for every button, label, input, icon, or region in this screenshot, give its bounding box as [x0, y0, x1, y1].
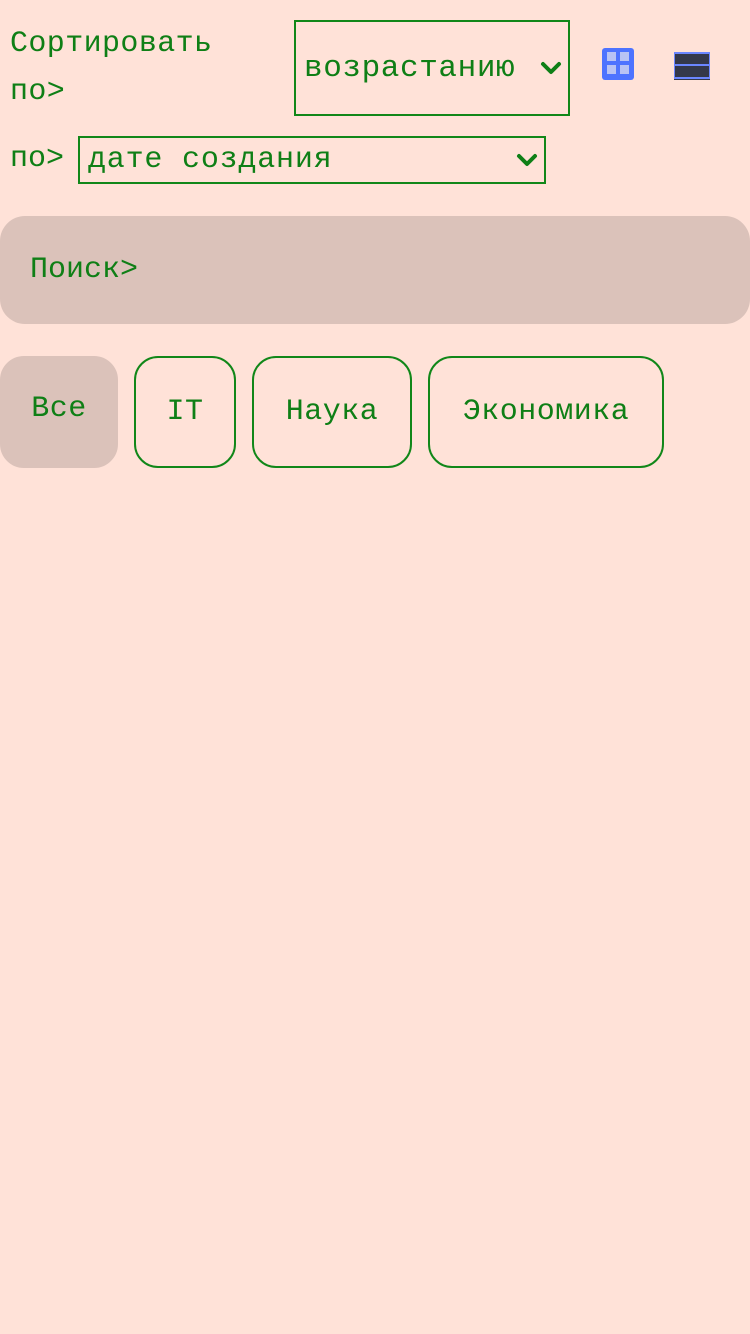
- category-chip-label: IT: [166, 395, 204, 429]
- chevron-down-icon: [541, 62, 561, 74]
- category-chip-it[interactable]: IT: [134, 356, 236, 468]
- sort-label-line-1: Сортировать: [10, 27, 213, 61]
- category-chip-label: Наука: [285, 395, 379, 429]
- sort-field-dropdown[interactable]: дате создания: [78, 136, 546, 184]
- sort-order-value: возрастанию: [304, 50, 516, 86]
- category-chip-economy[interactable]: Экономика: [428, 356, 664, 468]
- grid-view-icon: [602, 48, 634, 80]
- library-screen: Сортировать по> возрастанию по> дате соз…: [0, 0, 750, 1334]
- list-view-button[interactable]: [672, 47, 710, 81]
- search-placeholder: Поиск>: [30, 253, 139, 287]
- category-chip-label: Все: [31, 392, 87, 426]
- sort-order-dropdown[interactable]: возрастанию: [294, 20, 570, 116]
- sort-label-line-2: по>: [10, 75, 66, 109]
- category-filter-bar: Все IT Наука Экономика: [0, 356, 664, 468]
- grid-view-button[interactable]: [600, 47, 638, 81]
- sort-field-prefix: по>: [10, 142, 65, 176]
- search-field[interactable]: Поиск>: [0, 216, 750, 324]
- chevron-down-icon: [517, 154, 537, 166]
- list-view-icon: [674, 52, 710, 80]
- category-chip-science[interactable]: Наука: [252, 356, 412, 468]
- category-chip-all[interactable]: Все: [0, 356, 118, 468]
- category-chip-label: Экономика: [462, 395, 630, 429]
- sort-field-value: дате создания: [88, 143, 333, 177]
- sort-label: Сортировать по>: [10, 20, 250, 116]
